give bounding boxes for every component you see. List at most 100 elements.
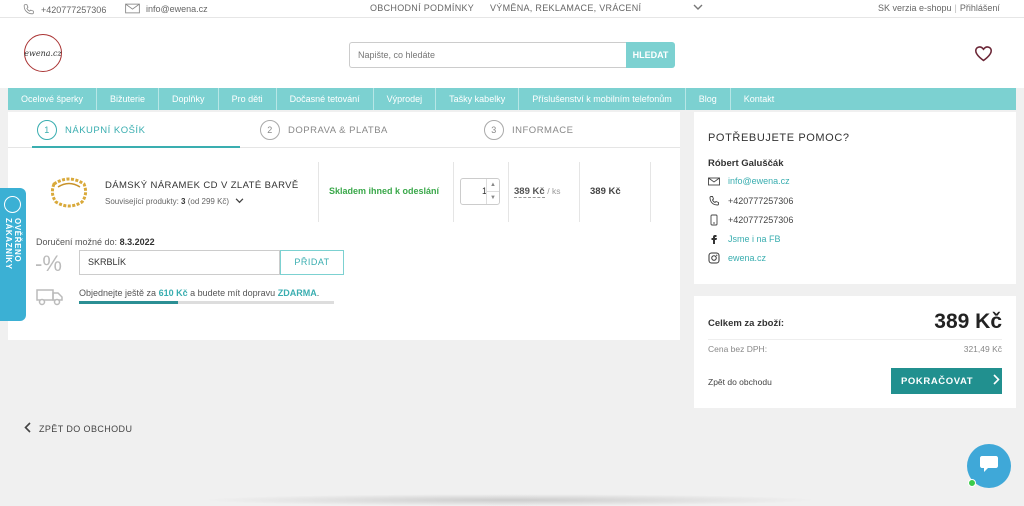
total-value: 389 Kč	[934, 310, 1002, 333]
nav-item-pro-deti[interactable]: Pro děti	[219, 88, 277, 110]
nav-item-blog[interactable]: Blog	[686, 88, 731, 110]
mobile-icon	[708, 214, 720, 226]
verified-badge-tab[interactable]: OVĚŘENO ZÁKAZNÍKY	[0, 188, 26, 321]
nav-item-tasky-kabelky[interactable]: Tašky kabelky	[436, 88, 520, 110]
total-label: Celkem za zboží:	[708, 318, 785, 329]
free-shipping-text: Objednejte ještě za	[79, 288, 157, 298]
help-phone-number: +420777257306	[728, 196, 794, 206]
quantity-down-icon[interactable]: ▼	[487, 192, 499, 204]
returns-label: VÝMĚNA, REKLAMACE, VRÁCENÍ	[490, 3, 642, 13]
top-right-links: SK verzia e-shopu | Přihlášení	[878, 3, 1000, 13]
free-shipping-end: .	[316, 288, 320, 298]
step-label: DOPRAVA & PLATBA	[288, 124, 388, 136]
step-cart[interactable]: 1 NÁKUPNÍ KOŠÍK	[37, 120, 145, 140]
returns-link[interactable]: VÝMĚNA, REKLAMACE, VRÁCENÍ	[490, 3, 641, 13]
online-status-dot	[968, 479, 976, 487]
help-email[interactable]: info@ewena.cz	[708, 176, 790, 186]
verified-globe-icon	[4, 196, 21, 213]
bottom-shadow	[200, 494, 820, 506]
step-shipping[interactable]: 2 DOPRAVA & PLATBA	[260, 120, 388, 140]
nav-item-prislusenstvi[interactable]: Příslušenství k mobilním telefonům	[519, 88, 686, 110]
delivery-date-value: 8.3.2022	[119, 237, 155, 247]
divider	[650, 162, 651, 222]
cart-panel: 1 NÁKUPNÍ KOŠÍK 2 DOPRAVA & PLATBA 3 INF…	[8, 112, 680, 340]
help-email-address: info@ewena.cz	[728, 176, 790, 186]
main-nav: Ocelové šperky Bižuterie Doplňky Pro dět…	[8, 88, 1016, 110]
product-image[interactable]	[48, 174, 90, 210]
logo[interactable]: ewena.cz	[24, 34, 62, 72]
nav-item-ocelove-sperky[interactable]: Ocelové šperky	[8, 88, 98, 110]
terms-link[interactable]: OBCHODNÍ PODMÍNKY	[370, 3, 474, 13]
related-label: Související produkty:	[105, 197, 179, 206]
add-coupon-button[interactable]: PŘIDAT	[280, 250, 344, 275]
nav-item-doplnky[interactable]: Doplňky	[159, 88, 219, 110]
coupon-input[interactable]: SKRBLÍK	[79, 250, 280, 275]
line-total-price: 389 Kč	[590, 186, 621, 197]
free-shipping-message: Objednejte ještě za 610 Kč a budete mít …	[79, 288, 319, 298]
continue-button[interactable]: POKRAČOVAT	[891, 368, 1002, 394]
separator: |	[954, 3, 957, 13]
chevron-right-icon	[993, 374, 1000, 388]
logo-text: ewena.cz	[24, 48, 62, 58]
free-shipping-text: a budete mít dopravu	[190, 288, 276, 298]
truck-icon	[36, 288, 64, 311]
net-price-label: Cena bez DPH:	[708, 344, 768, 354]
phone-icon	[708, 195, 720, 207]
divider	[318, 162, 319, 222]
progress-fill	[79, 301, 179, 304]
active-step-underline	[32, 146, 240, 148]
step-number: 3	[484, 120, 504, 140]
free-shipping-amount: 610 Kč	[158, 288, 188, 298]
help-mobile[interactable]: +420777257306	[708, 214, 793, 226]
divider	[453, 162, 454, 222]
help-facebook[interactable]: Jsme i na FB	[708, 233, 781, 245]
back-to-shop-link[interactable]: Zpět do obchodu	[708, 377, 772, 387]
step-number: 1	[37, 120, 57, 140]
quantity-stepper[interactable]: 1 ▲ ▼	[460, 178, 500, 205]
checkout-steps: 1 NÁKUPNÍ KOŠÍK 2 DOPRAVA & PLATBA 3 INF…	[8, 112, 680, 148]
search-button[interactable]: HLEDAT	[626, 42, 675, 68]
product-name[interactable]: DÁMSKÝ NÁRAMEK CD V ZLATÉ BARVĚ	[105, 180, 299, 191]
envelope-icon	[708, 177, 720, 186]
terms-label: OBCHODNÍ PODMÍNKY	[370, 3, 475, 13]
free-shipping-progress	[79, 301, 334, 304]
net-price-value: 321,49 Kč	[963, 344, 1002, 354]
top-email[interactable]: info@ewena.cz	[125, 3, 208, 14]
chevron-down-icon[interactable]	[693, 4, 703, 11]
nav-item-kontakt[interactable]: Kontakt	[731, 88, 788, 110]
nav-item-vyprodej[interactable]: Výprodej	[374, 88, 437, 110]
top-phone-number: +420777257306	[41, 4, 107, 15]
step-information[interactable]: 3 INFORMACE	[484, 120, 574, 140]
help-title: POTŘEBUJETE POMOC?	[708, 132, 850, 144]
help-instagram-label: ewena.cz	[728, 253, 767, 263]
continue-label: POKRAČOVAT	[901, 375, 974, 387]
chat-button[interactable]	[967, 444, 1011, 488]
nav-item-bizuterie[interactable]: Bižuterie	[97, 88, 160, 110]
delivery-label: Doručení možné do:	[36, 237, 118, 247]
sk-version-link[interactable]: SK verzia e-shopu	[878, 3, 952, 13]
divider	[508, 162, 509, 222]
related-count: 3	[181, 197, 186, 206]
back-to-shop-bottom-link[interactable]: ZPĚT DO OBCHODU	[24, 422, 132, 435]
discount-percent-icon: -%	[35, 251, 62, 276]
divider	[579, 162, 580, 222]
top-phone[interactable]: +420777257306	[22, 3, 106, 16]
free-shipping-word: ZDARMA	[277, 288, 317, 298]
search-input[interactable]: Napište, co hledáte	[349, 42, 626, 68]
header: ewena.cz Napište, co hledáte HLEDAT	[0, 18, 1024, 88]
nav-item-docasne-tetovani[interactable]: Dočasné tetování	[277, 88, 374, 110]
heart-icon[interactable]	[974, 45, 993, 67]
help-panel: POTŘEBUJETE POMOC? Róbert Galuščák info@…	[694, 112, 1016, 284]
chevron-down-icon[interactable]	[235, 197, 244, 206]
unit-price-value: 389 Kč	[514, 186, 545, 198]
help-phone[interactable]: +420777257306	[708, 195, 793, 207]
instagram-icon	[708, 252, 720, 264]
help-instagram[interactable]: ewena.cz	[708, 252, 766, 264]
quantity-value[interactable]: 1	[467, 186, 487, 196]
related-products[interactable]: Související produkty: 3 (od 299 Kč)	[105, 197, 244, 206]
quantity-up-icon[interactable]: ▲	[487, 179, 499, 192]
phone-icon	[22, 3, 35, 16]
login-link[interactable]: Přihlášení	[960, 3, 1000, 13]
stock-status: Skladem ihned k odeslání	[329, 186, 440, 196]
help-facebook-label: Jsme i na FB	[728, 234, 781, 244]
